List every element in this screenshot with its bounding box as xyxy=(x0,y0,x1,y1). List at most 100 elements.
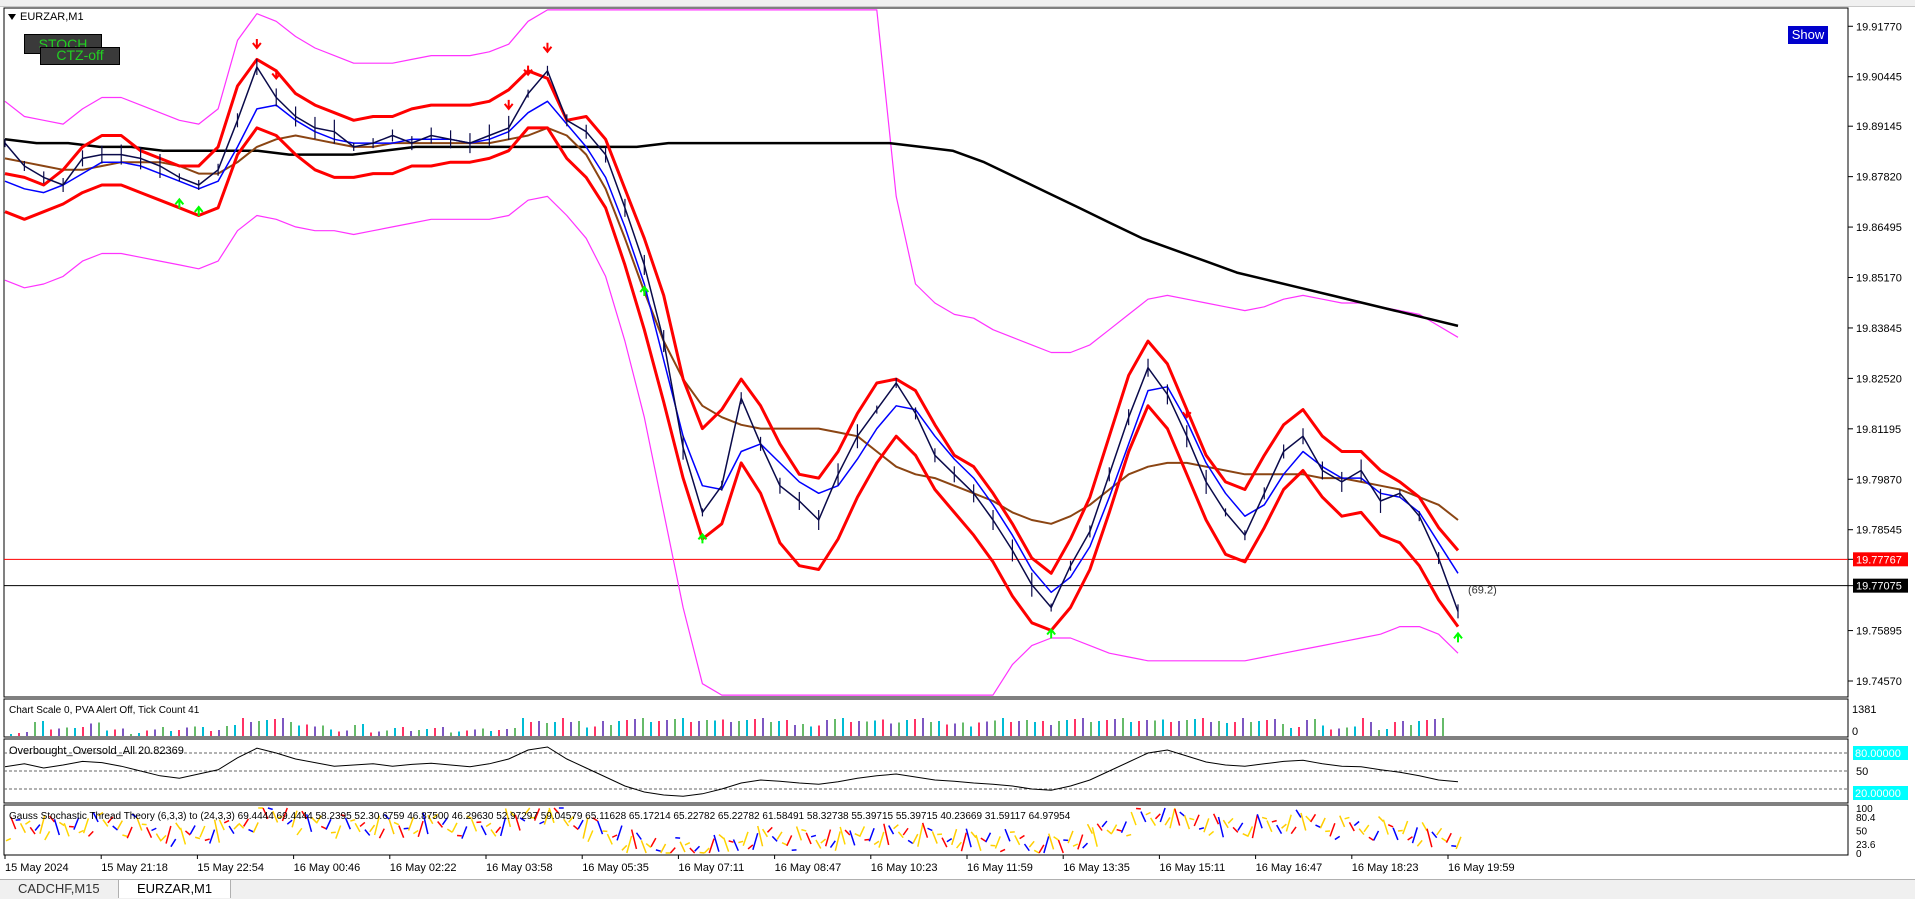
volume-bar xyxy=(1154,721,1156,737)
volume-bar xyxy=(450,733,452,737)
volume-bar xyxy=(626,720,628,736)
stochastic-axis-label: 50 xyxy=(1856,827,1868,838)
volume-bar xyxy=(1090,722,1092,736)
tab-cadchf-m15[interactable]: CADCHF,M15 xyxy=(0,880,119,898)
volume-bar xyxy=(490,731,492,736)
volume-bar xyxy=(1034,722,1036,736)
price-axis-label: 19.86495 xyxy=(1856,222,1902,234)
volume-bar xyxy=(458,732,460,737)
volume-bar xyxy=(930,722,932,736)
volume-bar xyxy=(698,721,700,736)
tab-eurzar-m1[interactable]: EURZAR,M1 xyxy=(118,880,231,898)
volume-bar xyxy=(1194,719,1196,736)
volume-bar xyxy=(842,718,844,736)
volume-bar xyxy=(666,720,668,736)
dropdown-arrow-icon[interactable] xyxy=(8,14,16,20)
chart-canvas[interactable]: (69.2) 19.9177019.9044519.8914519.878201… xyxy=(0,0,1915,898)
ctz-toggle-button[interactable]: CTZ-off xyxy=(40,47,120,65)
volume-bar xyxy=(1106,720,1108,736)
volume-bar xyxy=(618,721,620,736)
volume-bar xyxy=(522,718,524,736)
volume-bar xyxy=(922,718,924,736)
volume-bar xyxy=(1250,722,1252,736)
volume-bar xyxy=(730,722,732,736)
volume-bar xyxy=(154,730,156,737)
volume-bar xyxy=(530,722,532,736)
volume-bar xyxy=(1170,722,1172,736)
volume-bar xyxy=(634,719,636,736)
volume-bar xyxy=(10,734,12,736)
chart-symbol-title[interactable]: EURZAR,M1 xyxy=(8,11,84,23)
volume-bar xyxy=(1274,719,1276,736)
volume-bar xyxy=(34,722,36,736)
show-button[interactable]: Show xyxy=(1787,25,1829,45)
volume-bar xyxy=(754,719,756,736)
volume-min-label: 0 xyxy=(1852,726,1858,738)
price-axis-label: 19.82520 xyxy=(1856,373,1902,385)
volume-bar xyxy=(850,722,852,736)
volume-bar xyxy=(314,727,316,737)
volume-bar xyxy=(1330,730,1332,737)
volume-bar xyxy=(330,730,332,737)
volume-bar xyxy=(1058,721,1060,736)
volume-bar xyxy=(362,724,364,736)
volume-bar xyxy=(1378,730,1380,736)
volume-bar xyxy=(1210,722,1212,736)
volume-bar xyxy=(946,725,948,737)
volume-bar xyxy=(1362,718,1364,736)
volume-bar xyxy=(562,718,564,736)
volume-bar xyxy=(290,722,292,736)
price-axis-label: 19.87820 xyxy=(1856,172,1902,184)
oscillator-panel-label: Overbought_Oversold_All 20.82369 xyxy=(9,745,184,757)
volume-bar xyxy=(762,718,764,736)
volume-bar xyxy=(306,725,308,737)
volume-bar xyxy=(1018,721,1020,736)
time-axis-label: 15 May 22:54 xyxy=(197,862,264,874)
price-axis-label: 19.89145 xyxy=(1856,121,1902,133)
time-axis-label: 15 May 2024 xyxy=(5,862,69,874)
volume-bar xyxy=(1138,721,1140,736)
volume-bar xyxy=(1242,718,1244,736)
volume-bar xyxy=(138,733,140,736)
volume-bar xyxy=(602,721,604,736)
volume-bar xyxy=(18,733,20,736)
volume-bar xyxy=(258,721,260,736)
volume-bar xyxy=(914,719,916,736)
time-axis-label: 16 May 11:59 xyxy=(967,862,1033,874)
volume-bar xyxy=(938,721,940,736)
volume-bar xyxy=(442,727,444,736)
volume-bar xyxy=(1218,721,1220,736)
volume-bar xyxy=(882,720,884,737)
price-axis-label: 19.74570 xyxy=(1856,676,1902,688)
osc-high-label: 80.00000 xyxy=(1855,748,1901,760)
volume-bar xyxy=(106,731,108,737)
volume-bar xyxy=(898,723,900,737)
volume-panel xyxy=(4,699,1848,737)
price-annotation: (69.2) xyxy=(1468,585,1497,597)
price-axis-label: 19.83845 xyxy=(1856,323,1902,335)
volume-bar xyxy=(1306,720,1308,736)
volume-bar xyxy=(1322,726,1324,737)
volume-bar xyxy=(890,724,892,737)
price-axis-label: 19.78545 xyxy=(1856,525,1902,537)
volume-bar xyxy=(866,722,868,737)
volume-bar xyxy=(162,727,164,736)
price-axis-label: 19.77075 xyxy=(1856,581,1902,593)
volume-bar xyxy=(834,719,836,736)
volume-bar xyxy=(498,730,500,736)
volume-bar xyxy=(434,728,436,736)
volume-bar xyxy=(1338,729,1340,737)
time-axis-label: 16 May 16:47 xyxy=(1256,862,1323,874)
volume-bar xyxy=(474,730,476,737)
volume-bar xyxy=(506,729,508,736)
volume-bar xyxy=(986,722,988,737)
volume-bar xyxy=(786,720,788,736)
volume-bar xyxy=(98,723,100,737)
volume-bar xyxy=(1402,721,1404,736)
volume-bar xyxy=(826,720,828,736)
volume-bar xyxy=(26,732,28,736)
volume-bar xyxy=(1186,720,1188,736)
time-axis-label: 16 May 18:23 xyxy=(1352,862,1419,874)
volume-bar xyxy=(802,724,804,736)
volume-bar xyxy=(226,726,228,736)
